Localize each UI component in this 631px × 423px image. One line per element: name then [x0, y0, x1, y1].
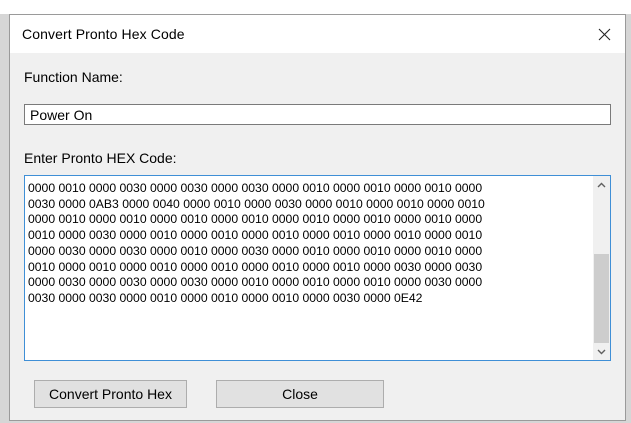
pronto-hex-label: Enter Pronto HEX Code: [24, 150, 177, 166]
pronto-hex-content: 0000 0010 0000 0030 0000 0030 0000 0030 … [28, 181, 485, 305]
vertical-scrollbar[interactable] [593, 176, 610, 360]
scroll-up-arrow-icon[interactable] [593, 176, 610, 193]
close-icon[interactable] [583, 15, 625, 53]
convert-pronto-dialog: Convert Pronto Hex Code Function Name: E… [9, 14, 626, 421]
dialog-titlebar[interactable]: Convert Pronto Hex Code [10, 15, 625, 53]
close-button[interactable]: Close [216, 380, 384, 408]
scrollbar-thumb[interactable] [594, 254, 609, 343]
dialog-title: Convert Pronto Hex Code [22, 26, 185, 42]
background-strip [0, 0, 631, 14]
scroll-down-arrow-icon[interactable] [593, 343, 610, 360]
function-name-input[interactable] [24, 104, 611, 125]
function-name-label: Function Name: [24, 69, 123, 85]
pronto-hex-textarea[interactable]: 0000 0010 0000 0030 0000 0030 0000 0030 … [24, 175, 611, 361]
convert-pronto-hex-button[interactable]: Convert Pronto Hex [34, 380, 187, 408]
